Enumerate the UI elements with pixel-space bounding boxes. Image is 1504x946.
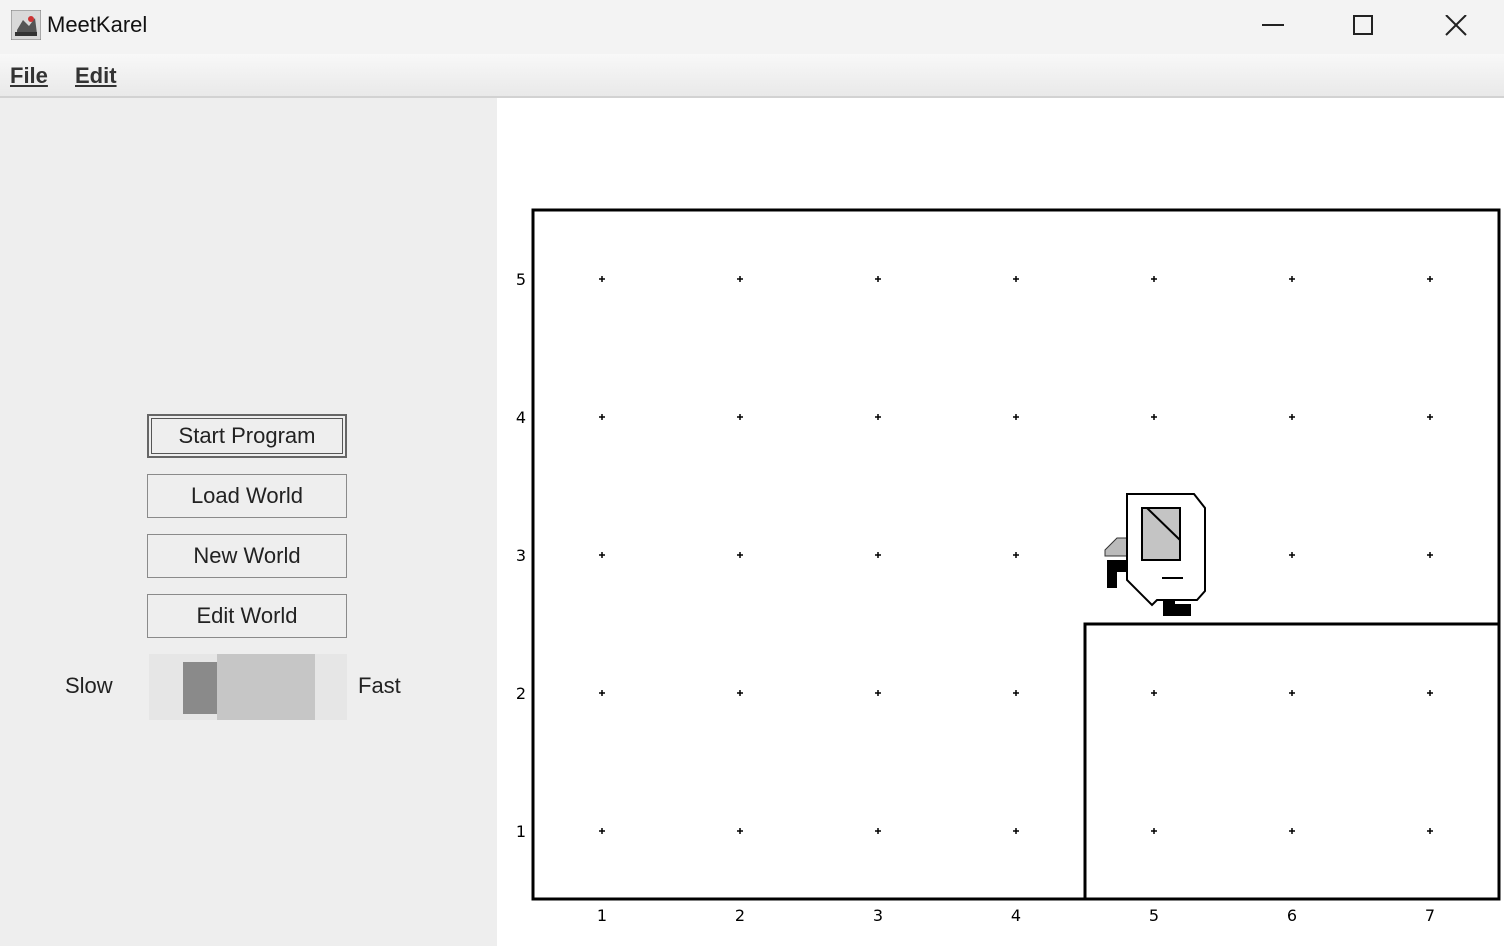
street-label: 2 <box>516 684 526 703</box>
minimize-button[interactable] <box>1228 0 1320 54</box>
minimize-icon <box>1262 24 1284 26</box>
street-label: 3 <box>516 546 526 565</box>
menu-edit[interactable]: Edit <box>75 63 117 89</box>
maximize-icon <box>1353 15 1373 35</box>
new-world-button[interactable]: New World <box>147 534 347 578</box>
title-bar: MeetKarel <box>0 0 1504 54</box>
karel-world: 1 2 3 4 5 6 7 1 2 3 4 5 <box>516 208 1501 925</box>
avenue-label: 1 <box>597 906 607 925</box>
edit-world-button[interactable]: Edit World <box>147 594 347 638</box>
window-title: MeetKarel <box>47 12 148 37</box>
street-label: 1 <box>516 822 526 841</box>
avenue-label: 3 <box>873 906 883 925</box>
karel-robot-icon <box>1104 493 1206 616</box>
java-app-icon <box>11 10 41 40</box>
close-button[interactable] <box>1410 0 1502 54</box>
street-label: 5 <box>516 270 526 289</box>
wall <box>1083 622 1499 899</box>
speed-slow-label: Slow <box>65 673 113 698</box>
avenue-label: 7 <box>1425 906 1435 925</box>
karel-robot <box>1104 493 1206 616</box>
control-panel: Start Program Load World New World Edit … <box>0 98 497 946</box>
world-canvas[interactable]: 1 2 3 4 5 6 7 1 2 3 4 5 <box>497 98 1504 946</box>
speed-slider-thumb[interactable] <box>217 654 315 720</box>
start-program-button[interactable]: Start Program <box>147 414 347 458</box>
speed-fast-label: Fast <box>358 673 401 698</box>
maximize-button[interactable] <box>1318 0 1410 54</box>
speed-slider[interactable] <box>149 654 347 720</box>
street-label: 4 <box>516 408 526 427</box>
avenue-label: 6 <box>1287 906 1297 925</box>
menu-file[interactable]: File <box>10 63 48 89</box>
close-icon <box>1445 15 1467 36</box>
avenue-label: 4 <box>1011 906 1021 925</box>
avenue-label: 2 <box>735 906 745 925</box>
menu-bar: File Edit <box>0 54 1504 98</box>
speed-slider-fill <box>183 662 217 714</box>
load-world-button[interactable]: Load World <box>147 474 347 518</box>
avenue-label: 5 <box>1149 906 1159 925</box>
